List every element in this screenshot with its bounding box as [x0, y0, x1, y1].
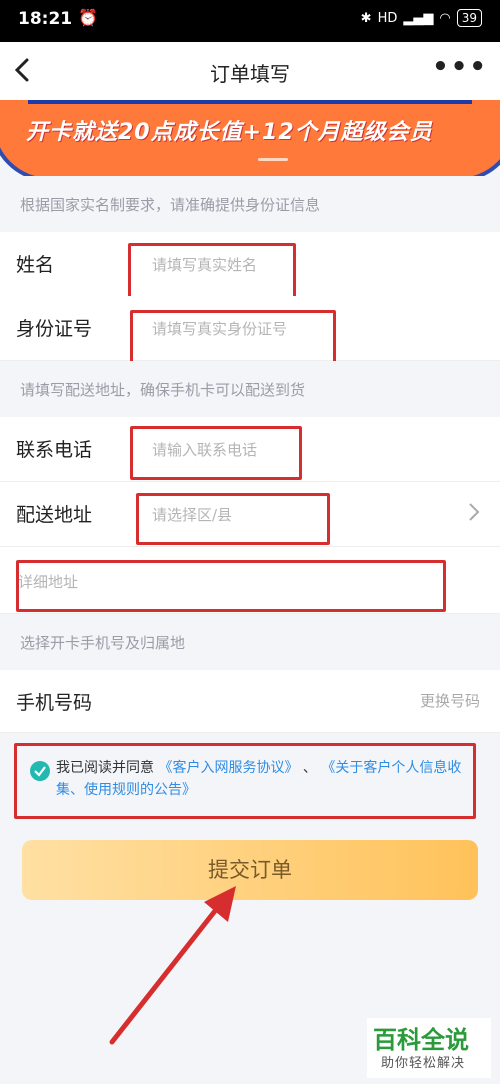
- phone-label: 联系电话: [16, 439, 93, 461]
- agreement-prefix: 我已阅读并同意: [56, 760, 154, 776]
- battery-icon: 39: [456, 9, 482, 27]
- status-icons: ✱ HD ▂▄▆ ◠ 39: [361, 9, 482, 27]
- banner-indicator: [258, 158, 288, 161]
- service-agreement-link[interactable]: 《客户入网服务协议》: [158, 760, 298, 776]
- banner-text: 开卡就送20点成长值+12个月超级会员: [26, 120, 433, 145]
- agreement-checkbox[interactable]: [30, 761, 50, 781]
- address-hint-text: 请填写配送地址，确保手机卡可以配送到货: [20, 381, 306, 399]
- watermark-title: 百科全说: [373, 1026, 469, 1054]
- more-menu-icon[interactable]: •••: [432, 52, 488, 82]
- agreement-block: 我已阅读并同意 《客户入网服务协议》 、 《关于客户个人信息收集、使用规则的公告…: [14, 743, 472, 813]
- id-number-row: 身份证号: [0, 296, 500, 361]
- wifi-icon: ◠: [439, 10, 451, 26]
- region-row[interactable]: 配送地址: [0, 482, 500, 547]
- signal-icon: HD: [377, 10, 398, 26]
- region-label: 配送地址: [16, 504, 93, 526]
- name-row: 姓名: [0, 232, 500, 297]
- watermark-subtitle: 助你轻松解决: [381, 1056, 466, 1071]
- id-number-label: 身份证号: [16, 318, 93, 340]
- submit-order-button[interactable]: 提交订单: [22, 840, 478, 900]
- phone-row: 联系电话: [0, 417, 500, 482]
- phone-input[interactable]: [150, 429, 454, 471]
- watermark-logo: 百科全说 助你轻松解决: [367, 1018, 491, 1078]
- checkmark-icon: [34, 766, 46, 777]
- name-input[interactable]: [150, 244, 454, 286]
- change-number-link[interactable]: 更换号码: [420, 690, 480, 711]
- page-title: 订单填写: [210, 62, 290, 86]
- signal-icon-2: ▂▄▆: [403, 10, 434, 26]
- promo-banner[interactable]: 开卡就送20点成长值+12个月超级会员: [0, 100, 500, 176]
- nav-bar: 订单填写 •••: [0, 42, 500, 100]
- banner-top-bar: [28, 100, 472, 104]
- address-hint: 请填写配送地址，确保手机卡可以配送到货: [0, 361, 500, 417]
- bluetooth-icon: ✱: [360, 10, 372, 26]
- mobile-number-row: 手机号码 更换号码: [0, 670, 500, 733]
- annotation-arrow-icon: [109, 886, 236, 1045]
- detail-address-input[interactable]: [16, 561, 440, 603]
- name-label: 姓名: [16, 254, 55, 276]
- mobile-number-label: 手机号码: [16, 692, 93, 714]
- identity-hint: 根据国家实名制要求，请准确提供身份证信息: [0, 176, 500, 232]
- agreement-separator: 、: [302, 760, 317, 776]
- status-time: 18:21: [18, 9, 73, 29]
- agreement-text: 我已阅读并同意 《客户入网服务协议》 、 《关于客户个人信息收集、使用规则的公告…: [56, 757, 466, 801]
- region-select[interactable]: [150, 494, 414, 536]
- number-hint-text: 选择开卡手机号及归属地: [20, 634, 186, 652]
- number-hint: 选择开卡手机号及归属地: [0, 614, 500, 670]
- status-bar: 18:21 ⏰ ✱ HD ▂▄▆ ◠ 39: [0, 0, 500, 42]
- detail-address-row: [0, 547, 500, 614]
- id-number-input[interactable]: [150, 308, 454, 350]
- identity-hint-text: 根据国家实名制要求，请准确提供身份证信息: [20, 196, 321, 214]
- chevron-right-icon: [469, 503, 480, 521]
- alarm-icon: ⏰: [78, 8, 98, 27]
